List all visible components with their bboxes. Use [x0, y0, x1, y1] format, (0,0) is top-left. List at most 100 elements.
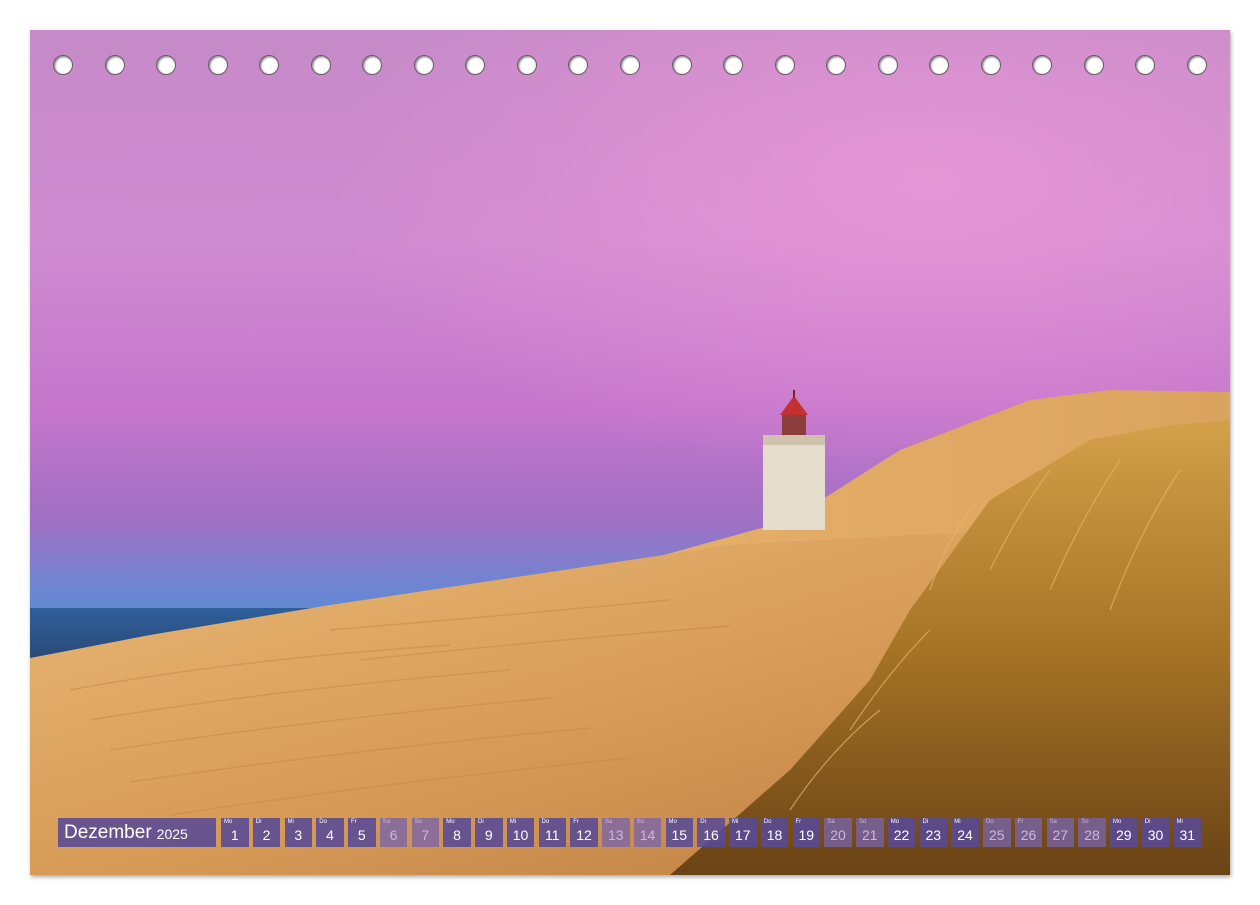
- weekday-label: Mi: [954, 819, 961, 825]
- binding-hole: [1135, 55, 1156, 75]
- weekday-label: So: [1081, 819, 1089, 825]
- day-number: 11: [544, 827, 560, 843]
- day-number: 3: [294, 827, 303, 843]
- day-number: 13: [607, 827, 624, 843]
- day-number: 7: [421, 827, 430, 843]
- binding-hole: [156, 55, 177, 75]
- weekday-label: Sa: [605, 819, 613, 825]
- day-number: 18: [766, 827, 783, 843]
- day-number: 6: [389, 827, 398, 843]
- day-cell: Fr 26: [1014, 818, 1043, 847]
- month-year: 2025: [156, 826, 188, 842]
- day-number: 20: [830, 827, 846, 843]
- weekday-label: So: [414, 819, 422, 825]
- day-number: 27: [1052, 827, 1069, 843]
- weekday-label: Mi: [509, 819, 517, 825]
- binding-holes: [30, 30, 1230, 100]
- day-cell: Sa 27: [1046, 818, 1074, 847]
- binding-hole: [516, 55, 537, 75]
- day-cell: Di 9: [475, 818, 503, 847]
- weekday-label: Mi: [1176, 819, 1183, 825]
- day-cell: So 28: [1078, 818, 1106, 847]
- day-cell: Fr 19: [792, 818, 820, 847]
- binding-hole: [53, 55, 73, 75]
- weekday-label: Mi: [732, 819, 739, 825]
- day-number: 21: [861, 827, 878, 843]
- day-cell: Do 11: [538, 818, 566, 847]
- day-number: 29: [1115, 827, 1132, 843]
- day-cell: Mi 31: [1173, 818, 1201, 847]
- day-cell: So 14: [633, 818, 662, 847]
- day-cell: Mi 24: [951, 818, 979, 847]
- day-number: 22: [893, 827, 910, 843]
- day-cell: Do 25: [983, 818, 1011, 847]
- day-cell: Mo 22: [887, 818, 916, 847]
- weekday-label: Do: [541, 819, 550, 825]
- day-cell: Di 23: [919, 818, 947, 847]
- day-cell: Do 4: [316, 818, 344, 847]
- day-number: 12: [576, 827, 592, 843]
- binding-hole: [723, 55, 744, 75]
- day-number: 23: [925, 827, 942, 843]
- binding-hole: [671, 55, 692, 75]
- weekday-label: Mi: [287, 819, 294, 825]
- weekday-label: Do: [319, 819, 327, 825]
- weekday-label: Fr: [351, 819, 357, 825]
- day-number: 17: [734, 827, 751, 843]
- weekday-label: Sa: [1049, 819, 1057, 825]
- weekday-label: Fr: [795, 819, 802, 825]
- binding-hole: [207, 55, 228, 75]
- day-cell: Sa 20: [824, 818, 852, 847]
- weekday-label: So: [859, 819, 867, 825]
- day-cell: Mi 17: [729, 818, 757, 847]
- weekday-label: Di: [700, 819, 706, 825]
- binding-hole: [1032, 55, 1053, 75]
- day-number: 31: [1179, 827, 1196, 843]
- binding-hole: [877, 55, 898, 75]
- day-number: 16: [703, 827, 719, 843]
- day-cell: Di 30: [1141, 818, 1170, 847]
- day-number: 10: [512, 827, 529, 843]
- day-number: 15: [671, 827, 688, 843]
- weekday-label: Mo: [224, 819, 233, 825]
- binding-hole: [568, 55, 589, 75]
- day-number: 4: [326, 827, 334, 843]
- day-number: 1: [230, 827, 239, 843]
- day-cell: Mi 3: [284, 818, 312, 847]
- day-cell: Do 18: [760, 818, 789, 847]
- day-number: 24: [957, 827, 973, 843]
- binding-hole: [929, 55, 950, 75]
- binding-hole: [104, 55, 125, 75]
- day-number: 26: [1020, 827, 1037, 843]
- day-cell: Di 16: [697, 818, 725, 847]
- weekday-label: Di: [478, 819, 484, 825]
- weekday-label: Di: [1144, 819, 1151, 825]
- month-label: Dezember 2025: [58, 818, 216, 847]
- weekday-label: Do: [763, 819, 772, 825]
- day-cell: Mo 1: [221, 818, 249, 847]
- weekday-label: Mo: [446, 819, 455, 825]
- day-cell: Fr 12: [570, 818, 598, 847]
- weekday-label: Di: [922, 819, 929, 825]
- weekday-label: Mo: [668, 819, 677, 825]
- weekday-label: Fr: [573, 819, 579, 825]
- day-number: 28: [1084, 827, 1100, 843]
- binding-hole: [774, 55, 795, 75]
- day-cell: So 7: [411, 818, 439, 847]
- day-number: 9: [484, 827, 493, 843]
- day-number: 30: [1147, 827, 1164, 843]
- binding-hole: [1187, 55, 1207, 75]
- month-name: Dezember: [64, 821, 152, 843]
- day-cell: Mo 15: [665, 818, 693, 847]
- binding-hole: [362, 55, 383, 75]
- day-cell: Sa 6: [379, 818, 408, 847]
- day-number: 2: [262, 827, 271, 843]
- weekday-label: Di: [255, 819, 262, 825]
- binding-hole: [980, 55, 1001, 75]
- binding-hole: [620, 55, 640, 75]
- day-number: 14: [639, 827, 656, 843]
- weekday-label: So: [636, 819, 645, 825]
- day-cell: Fr 5: [348, 818, 376, 847]
- day-number: 8: [453, 827, 461, 843]
- day-number: 25: [988, 827, 1005, 843]
